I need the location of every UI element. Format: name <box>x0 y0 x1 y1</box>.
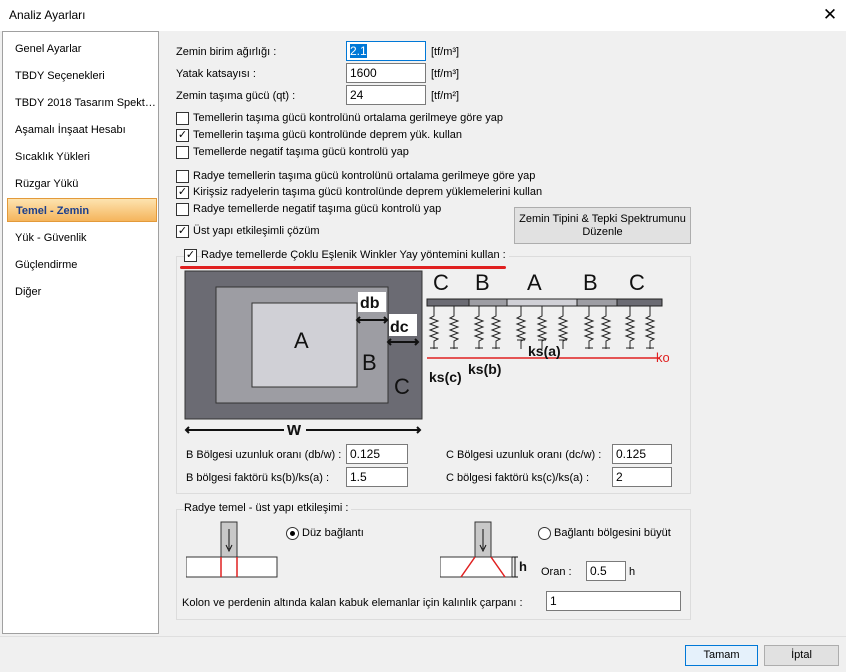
enlarged-connection-diagram: h <box>440 521 527 578</box>
bearing-label: Zemin taşıma gücü (qt) : <box>176 90 296 102</box>
sidebar-item-tbdy-secenekleri[interactable]: TBDY Seçenekleri <box>7 64 157 88</box>
b-factor-label: B bölgesi faktörü ks(b)/ks(a) : <box>186 472 330 484</box>
top-label-b-left: B <box>475 270 490 295</box>
ratio-label: Oran : <box>541 566 572 578</box>
raft-zone-plan-diagram: A B C db dc w <box>184 270 423 439</box>
sidebar-item-genel-ayarlar[interactable]: Genel Ayarlar <box>7 37 157 61</box>
sidebar-item-diger[interactable]: Diğer <box>7 280 157 304</box>
interaction-solution-label: Üst yapı etkileşimli çözüm <box>193 225 320 237</box>
winkler-label: Radye temellerde Çoklu Eşlenik Winkler Y… <box>201 249 509 261</box>
zone-c-label: C <box>394 374 410 399</box>
top-label-a: A <box>527 270 542 295</box>
unit-weight-label: Zemin birim ağırlığı : <box>176 46 277 58</box>
b-length-ratio-input[interactable]: 0.125 <box>346 444 408 464</box>
bearing-unit: [tf/m²] <box>431 90 460 102</box>
ko-label: ko <box>656 350 669 365</box>
plain-connection-radio[interactable] <box>286 527 299 540</box>
sidebar-item-yuk-guvenlik[interactable]: Yük - Güvenlik <box>7 226 157 250</box>
thickness-factor-label: Kolon ve perdenin altında kalan kabuk el… <box>182 597 523 609</box>
ks-c-label: ks(c) <box>429 369 462 385</box>
thickness-factor-input[interactable]: 1 <box>546 591 681 611</box>
enlarged-connection-label: Bağlantı bölgesini büyüt <box>554 527 671 539</box>
spectrum-button-line2: Düzenle <box>582 226 623 238</box>
window-title: Analiz Ayarları <box>9 8 86 22</box>
avg-stress-label: Temellerin taşıma gücü kontrolünü ortala… <box>193 112 503 124</box>
spring-input[interactable]: 1600 <box>346 63 426 83</box>
sidebar-item-ruzgar[interactable]: Rüzgar Yükü <box>7 172 157 196</box>
sidebar: Genel Ayarlar TBDY Seçenekleri TBDY 2018… <box>2 31 159 634</box>
spring-label: Yatak katsayısı : <box>176 68 256 80</box>
bearing-input[interactable]: 24 <box>346 85 426 105</box>
c-length-ratio-input[interactable]: 0.125 <box>612 444 672 464</box>
raft-negative-label: Radye temellerde negatif taşıma gücü kon… <box>193 203 442 215</box>
sidebar-item-temel-zemin[interactable]: Temel - Zemin <box>7 198 157 222</box>
sidebar-item-asamali-insaat[interactable]: Aşamalı İnşaat Hesabı <box>7 118 157 142</box>
ok-button[interactable]: Tamam <box>685 645 758 666</box>
raft-negative-checkbox[interactable] <box>176 203 189 216</box>
close-icon[interactable]: ✕ <box>818 3 842 27</box>
spring-unit: [tf/m³] <box>431 68 460 80</box>
h-dimension-label: h <box>519 559 527 574</box>
spectrum-button-line1: Zemin Tipini & Tepki Spektrumunu <box>519 213 686 225</box>
unit-weight-unit: [tf/m³] <box>431 46 460 58</box>
seismic-load-label: Temellerin taşıma gücü kontrolünde depre… <box>193 129 463 141</box>
ratio-input[interactable]: 0.5 <box>586 561 626 581</box>
interaction-solution-checkbox[interactable]: ✓ <box>176 225 189 238</box>
spring-support-diagram: C B A B C ko ks(a) ks(b) ks(c) <box>426 270 669 385</box>
b-length-ratio-label: B Bölgesi uzunluk oranı (db/w) : <box>186 449 342 461</box>
beamless-seismic-checkbox[interactable]: ✓ <box>176 186 189 199</box>
cancel-button[interactable]: İptal <box>764 645 839 666</box>
sidebar-item-tbdy-2018[interactable]: TBDY 2018 Tasarım Spekt… <box>7 91 157 115</box>
ratio-unit: h <box>629 566 636 578</box>
zone-a-label: A <box>294 328 309 353</box>
negative-bearing-checkbox[interactable] <box>176 146 189 159</box>
sidebar-item-guclendirme[interactable]: Güçlendirme <box>7 253 157 277</box>
enlarged-connection-radio[interactable] <box>538 527 551 540</box>
plain-connection-label: Düz bağlantı <box>302 527 364 539</box>
ks-a-label: ks(a) <box>528 343 561 359</box>
c-length-ratio-label: C Bölgesi uzunluk oranı (dc/w) : <box>446 449 602 461</box>
interaction-group-label: Radye temel - üst yapı etkileşimi : <box>184 502 352 514</box>
db-label: db <box>360 295 380 312</box>
c-factor-label: C bölgesi faktörü ks(c)/ks(a) : <box>446 472 590 484</box>
ks-b-label: ks(b) <box>468 361 501 377</box>
dc-label: dc <box>390 319 409 336</box>
negative-bearing-label: Temellerde negatif taşıma gücü kontrolü … <box>193 146 409 158</box>
b-factor-input[interactable]: 1.5 <box>346 467 408 487</box>
zone-b-label: B <box>362 350 377 375</box>
beamless-seismic-label: Kirişsiz radyelerin taşıma gücü kontrolü… <box>193 186 543 198</box>
raft-avg-stress-label: Radye temellerin taşıma gücü kontrolünü … <box>193 170 536 182</box>
winkler-underline <box>180 266 506 269</box>
top-label-c-right: C <box>629 270 645 295</box>
c-factor-input[interactable]: 2 <box>612 467 672 487</box>
seismic-load-checkbox[interactable]: ✓ <box>176 129 189 142</box>
unit-weight-input[interactable]: 2.1 <box>346 41 426 61</box>
spectrum-edit-button[interactable]: Zemin Tipini & Tepki Spektrumunu Düzenle <box>514 207 691 244</box>
avg-stress-checkbox[interactable] <box>176 112 189 125</box>
top-label-c-left: C <box>433 270 449 295</box>
w-label: w <box>286 419 302 439</box>
top-label-b-right: B <box>583 270 598 295</box>
plain-connection-diagram <box>186 521 278 578</box>
title-bar <box>0 0 846 31</box>
raft-avg-stress-checkbox[interactable] <box>176 170 189 183</box>
winkler-checkbox[interactable]: ✓ <box>184 249 197 262</box>
sidebar-item-sicaklik[interactable]: Sıcaklık Yükleri <box>7 145 157 169</box>
